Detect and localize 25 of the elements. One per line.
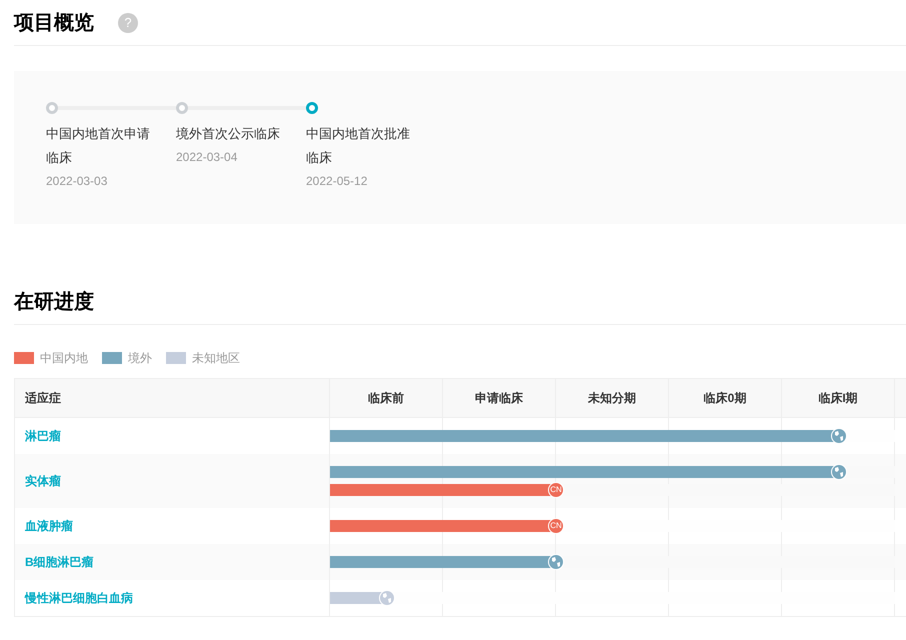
region-badge: CN bbox=[548, 482, 564, 498]
region-badge: CN bbox=[548, 518, 564, 534]
legend-label: 中国内地 bbox=[40, 350, 88, 367]
step-date: 2022-03-03 bbox=[46, 173, 108, 190]
help-icon[interactable]: ? bbox=[118, 12, 138, 32]
indication-link[interactable]: 慢性淋巴细胞白血病 bbox=[25, 589, 133, 607]
column-header: 申请临床 bbox=[443, 379, 556, 417]
step-label: 中国内地首次申请临床 bbox=[46, 125, 151, 167]
legend-label: 境外 bbox=[128, 350, 152, 367]
step-date: 2022-03-04 bbox=[176, 149, 238, 166]
section-title: 在研进度 bbox=[14, 290, 94, 314]
column-header: 未知分期 bbox=[556, 379, 669, 417]
legend-label: 未知地区 bbox=[192, 350, 240, 367]
column-header: 临床I期 bbox=[782, 379, 895, 417]
indication-link[interactable]: 血液肿瘤 bbox=[25, 517, 73, 535]
indication-link[interactable]: 实体瘤 bbox=[25, 472, 61, 490]
column-header: 临床前 bbox=[330, 379, 443, 417]
step-date: 2022-05-12 bbox=[306, 173, 368, 190]
step-label: 境外首次公示临床 bbox=[176, 125, 281, 143]
indication-link[interactable]: 淋巴瘤 bbox=[25, 427, 61, 445]
section-title: 项目概览 bbox=[14, 10, 94, 36]
column-header: 临床0期 bbox=[669, 379, 782, 417]
column-header: 适应症 bbox=[15, 379, 330, 417]
indication-link[interactable]: B细胞淋巴瘤 bbox=[25, 553, 94, 571]
step-label: 中国内地首次批准临床 bbox=[306, 125, 411, 167]
